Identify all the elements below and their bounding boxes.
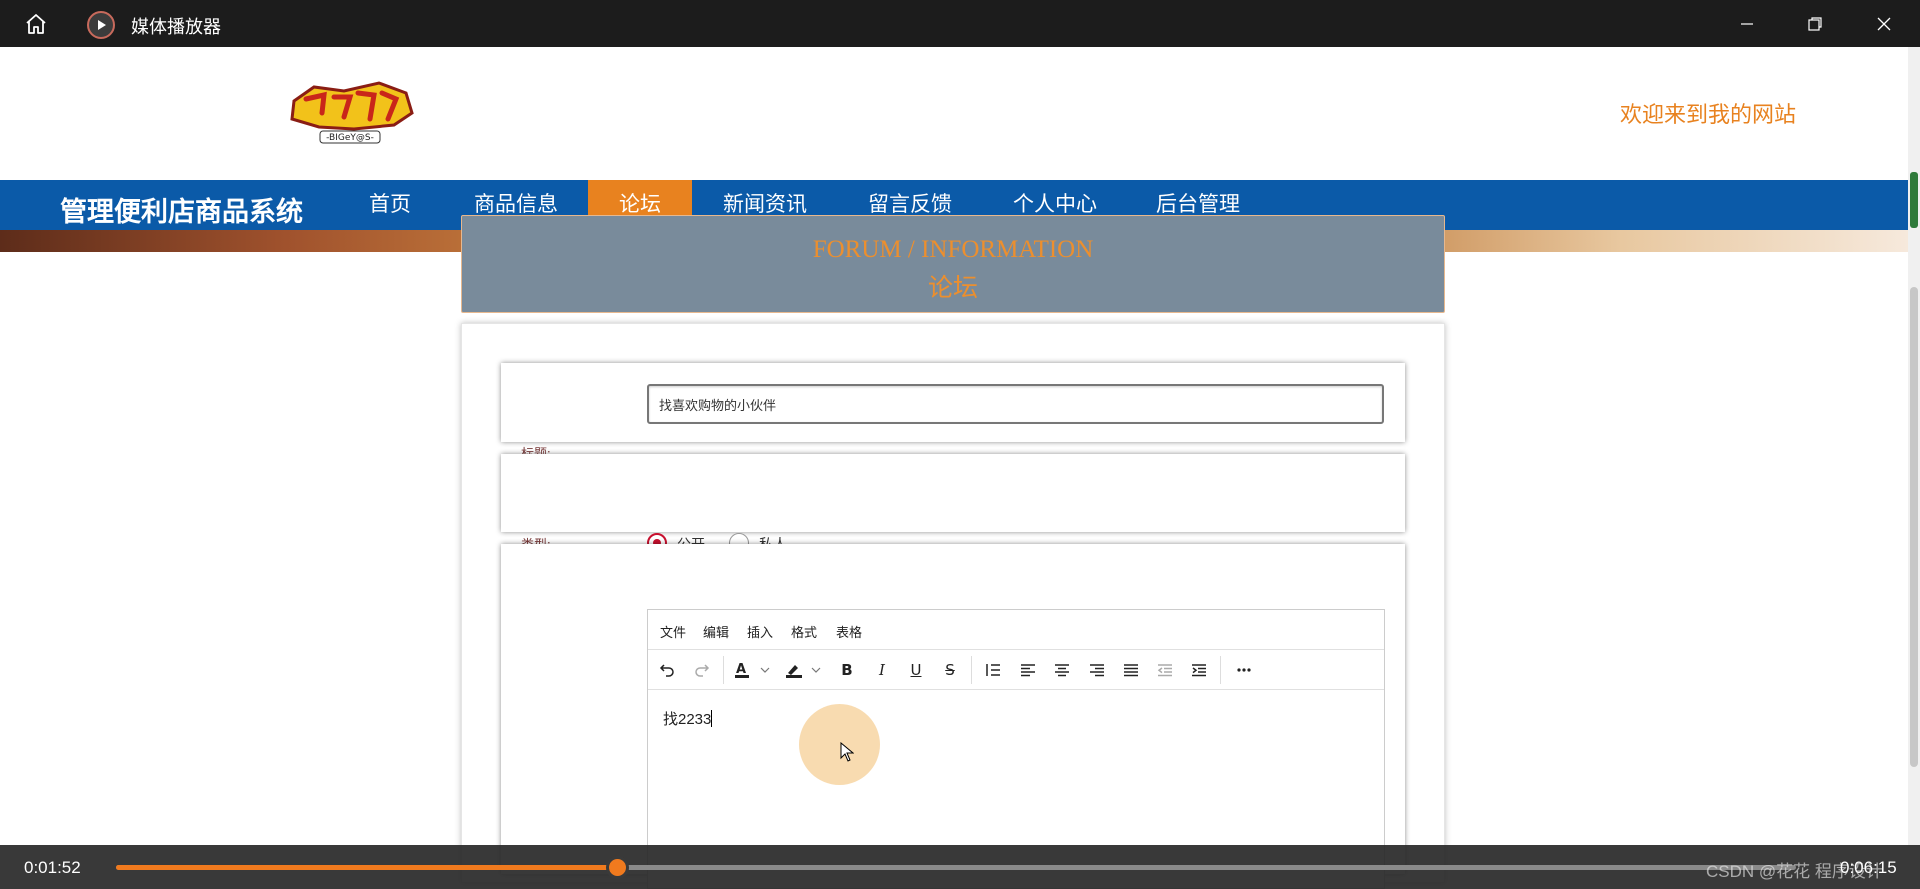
highlight-color-icon[interactable] bbox=[784, 658, 824, 682]
scrollbar-thumb[interactable] bbox=[1910, 287, 1918, 767]
menu-format[interactable]: 格式 bbox=[791, 622, 817, 641]
scrollbar-marker bbox=[1910, 172, 1918, 228]
svg-text:A: A bbox=[736, 662, 746, 677]
more-icon[interactable] bbox=[1232, 658, 1256, 682]
line-height-icon[interactable] bbox=[981, 658, 1005, 682]
menu-edit[interactable]: 编辑 bbox=[703, 622, 729, 641]
seek-bar[interactable] bbox=[116, 856, 1796, 879]
menu-table[interactable]: 表格 bbox=[836, 622, 862, 641]
italic-icon[interactable]: I bbox=[870, 658, 894, 682]
underline-icon[interactable]: U bbox=[904, 658, 928, 682]
seek-bar-thumb[interactable] bbox=[606, 856, 629, 879]
nav-item-home[interactable]: 首页 bbox=[350, 180, 430, 230]
toolbar-separator bbox=[723, 656, 724, 684]
site-brand[interactable]: 管理便利店商品系统 bbox=[60, 190, 303, 229]
indent-icon[interactable] bbox=[1187, 658, 1211, 682]
welcome-text: 欢迎来到我的网站 bbox=[1620, 102, 1797, 127]
page-scrollbar[interactable] bbox=[1908, 47, 1920, 847]
editor-menubar: 文件 编辑 插入 格式 表格 bbox=[648, 610, 1384, 650]
restore-button[interactable] bbox=[1788, 6, 1842, 42]
editor-content[interactable]: 找2233 bbox=[663, 708, 713, 729]
current-time: 0:01:52 bbox=[24, 858, 81, 877]
restore-icon bbox=[1808, 17, 1822, 31]
minimize-button[interactable] bbox=[1720, 6, 1774, 42]
align-left-icon[interactable] bbox=[1016, 658, 1040, 682]
window-title: 媒体播放器 bbox=[131, 17, 221, 37]
minimize-icon bbox=[1741, 23, 1753, 25]
editor-text: 找2233 bbox=[663, 711, 712, 728]
type-form-row bbox=[501, 454, 1405, 532]
title-input[interactable] bbox=[647, 384, 1384, 424]
outdent-icon[interactable] bbox=[1153, 658, 1177, 682]
mouse-cursor-icon bbox=[840, 742, 854, 762]
player-title-bar: 媒体播放器 bbox=[0, 0, 1920, 47]
media-player-app-icon bbox=[87, 11, 115, 39]
total-time: 0:06:15 bbox=[1840, 858, 1897, 877]
strikethrough-icon[interactable]: S bbox=[938, 658, 962, 682]
forum-panel-header: FORUM / INFORMATION 论坛 bbox=[461, 215, 1445, 313]
toolbar-separator bbox=[971, 656, 972, 684]
toolbar-separator bbox=[1220, 656, 1221, 684]
menu-insert[interactable]: 插入 bbox=[747, 622, 773, 641]
menu-file[interactable]: 文件 bbox=[660, 622, 686, 641]
text-caret bbox=[711, 710, 713, 727]
site-logo[interactable]: -BIGeY@S- bbox=[284, 79, 416, 147]
home-icon bbox=[26, 14, 46, 34]
align-right-icon[interactable] bbox=[1085, 658, 1109, 682]
panel-title-en: FORUM / INFORMATION bbox=[812, 236, 1094, 263]
close-icon bbox=[1877, 17, 1891, 31]
seek-bar-progress bbox=[116, 865, 617, 870]
media-player-window: 媒体播放器 -BIGeY@S- 欢迎来到我的网站 管理便利店商品系统 首页 商品… bbox=[0, 0, 1920, 889]
player-controls: 0:01:52 CSDN @花花 程序设计 0:06:15 bbox=[0, 845, 1920, 889]
site-header: -BIGeY@S- 欢迎来到我的网站 bbox=[0, 47, 1908, 180]
text-color-icon[interactable]: A bbox=[733, 658, 773, 682]
logo-wordmark: -BIGeY@S- bbox=[326, 133, 374, 143]
editor-toolbar: A B I U S bbox=[648, 650, 1384, 690]
panel-title-cn: 论坛 bbox=[927, 275, 978, 302]
close-button[interactable] bbox=[1857, 6, 1911, 42]
bold-icon[interactable]: B bbox=[835, 658, 859, 682]
undo-icon[interactable] bbox=[655, 658, 679, 682]
align-center-icon[interactable] bbox=[1050, 658, 1074, 682]
redo-icon[interactable] bbox=[690, 658, 714, 682]
align-justify-icon[interactable] bbox=[1119, 658, 1143, 682]
home-button[interactable] bbox=[18, 10, 54, 38]
